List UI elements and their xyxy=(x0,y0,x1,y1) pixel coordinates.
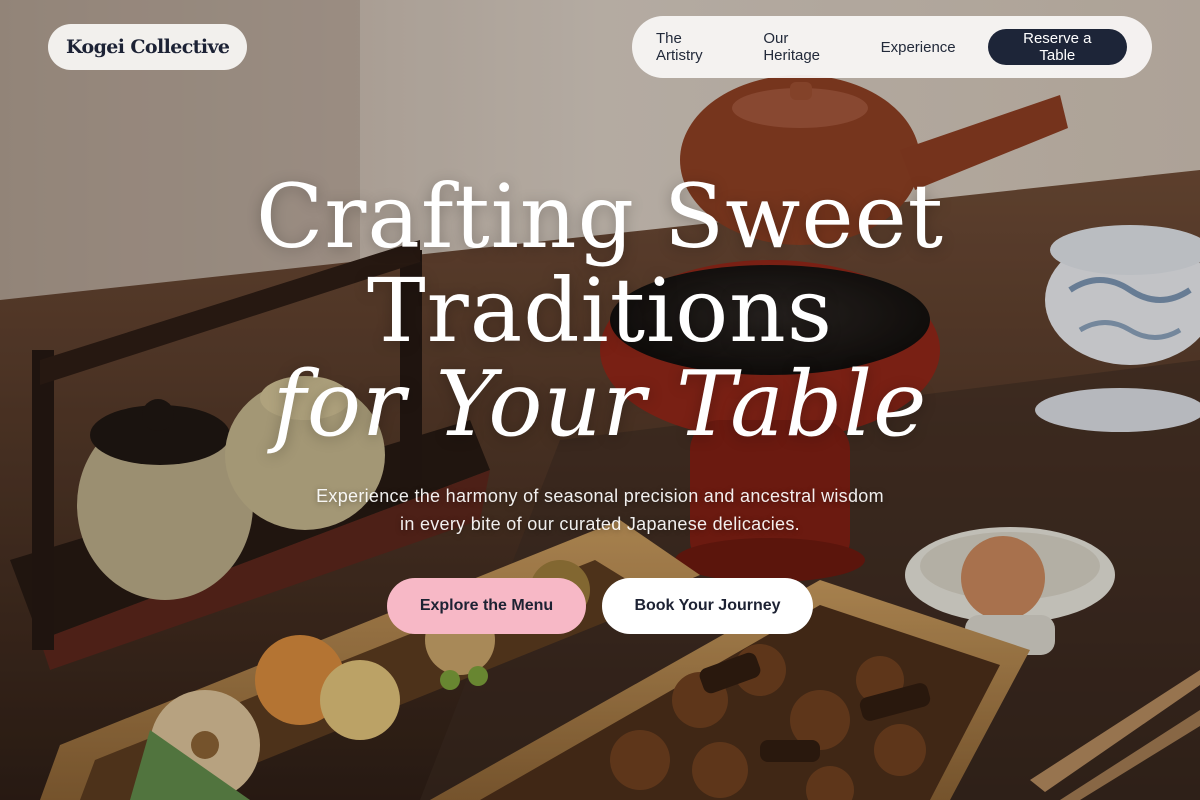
reserve-table-button[interactable]: Reserve a Table xyxy=(987,29,1127,65)
hero-cta-group: Explore the Menu Book Your Journey xyxy=(0,578,1200,634)
main-navigation: The Artistry Our Heritage Experience Res… xyxy=(632,16,1152,78)
hero-subtitle: Experience the harmony of seasonal preci… xyxy=(250,482,950,538)
nav-link-the-artistry[interactable]: The Artistry xyxy=(656,30,731,64)
hero-subtitle-line-1: Experience the harmony of seasonal preci… xyxy=(316,486,884,506)
nav-link-experience[interactable]: Experience xyxy=(881,39,956,56)
brand-name: Kogei Collective xyxy=(66,36,230,58)
hero-title-line-3: for Your Table xyxy=(272,352,928,457)
hero-subtitle-line-2: in every bite of our curated Japanese de… xyxy=(400,514,800,534)
hero-title-line-1: Crafting Sweet xyxy=(255,165,945,268)
brand-logo[interactable]: Kogei Collective xyxy=(48,24,248,70)
hero-title: Crafting Sweet Traditions for Your Table xyxy=(0,170,1200,452)
hero-title-line-2: Traditions xyxy=(366,259,834,362)
nav-link-our-heritage[interactable]: Our Heritage xyxy=(763,30,848,64)
explore-menu-button[interactable]: Explore the Menu xyxy=(387,578,586,634)
hero-section: Crafting Sweet Traditions for Your Table… xyxy=(0,170,1200,634)
book-journey-button[interactable]: Book Your Journey xyxy=(602,578,813,634)
